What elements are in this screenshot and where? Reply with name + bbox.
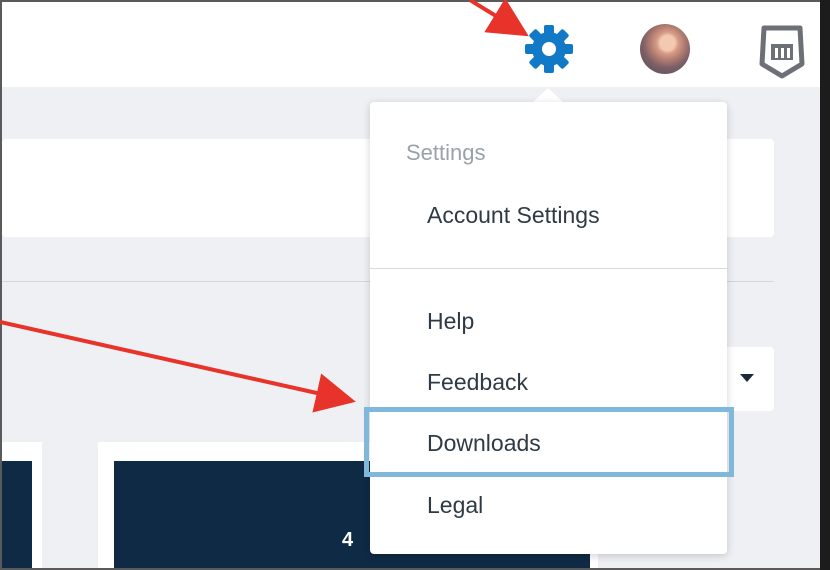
menu-pointer (532, 88, 564, 103)
top-navigation-bar (2, 2, 820, 87)
dashboard-tile[interactable] (2, 461, 32, 568)
menu-item-legal[interactable]: Legal (427, 492, 483, 519)
user-avatar[interactable] (640, 24, 690, 74)
menu-divider (370, 268, 727, 269)
menu-item-feedback[interactable]: Feedback (427, 369, 528, 396)
menu-header: Settings (406, 140, 486, 165)
adjacent-window-edge (820, 0, 830, 570)
tile-value: 4 (342, 529, 354, 551)
caret-down-icon[interactable] (740, 374, 754, 382)
menu-item-account-settings[interactable]: Account Settings (427, 202, 600, 229)
app-logo-icon[interactable] (754, 20, 810, 80)
downloads-highlight-box (364, 407, 734, 477)
app-frame: 4 Settings Account Settings Help Feedbac… (0, 0, 830, 570)
settings-dropdown-menu (370, 102, 727, 554)
gear-icon[interactable] (522, 22, 576, 76)
menu-item-help[interactable]: Help (427, 308, 474, 335)
